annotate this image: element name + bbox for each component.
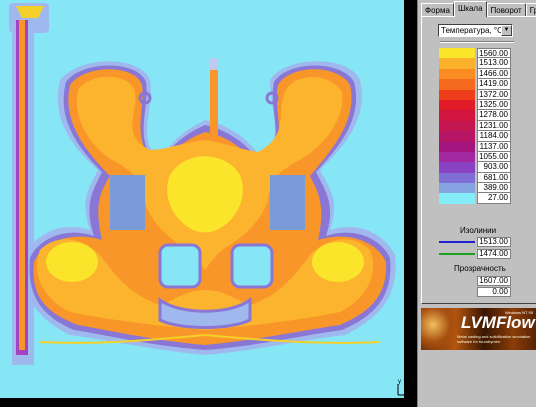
scale-swatch	[439, 79, 475, 90]
tab-form[interactable]: Форма	[421, 3, 454, 17]
scale-row: 1231.00	[439, 120, 534, 132]
scale-value[interactable]: 681.00	[477, 172, 511, 184]
scale-row: 389.00	[439, 183, 534, 194]
transparency-max-field[interactable]: 1607.00	[477, 276, 511, 286]
scale-value[interactable]: 1137.00	[477, 141, 511, 152]
y-axis-label: y	[398, 379, 401, 385]
scale-swatch	[439, 183, 475, 194]
panel-tabs: Форма Шкала Поворот Гр	[421, 1, 536, 17]
isoline-row-1[interactable]: 1513.00	[439, 237, 534, 247]
parameter-select-value: Температура, °С	[441, 26, 503, 35]
logo-tagline: Metal casting and solidification simulat…	[457, 334, 531, 344]
scale-swatch	[439, 131, 475, 142]
scale-row: 1513.00	[439, 58, 534, 69]
scale-swatch	[439, 162, 475, 173]
parameter-select[interactable]: Температура, °С ▼	[438, 24, 513, 37]
tab-more[interactable]: Гр	[525, 3, 536, 17]
scale-swatch	[439, 48, 475, 59]
scale-row: 1184.00	[439, 131, 534, 142]
color-scale: 1560.00 1513.00 1466.00 1419.00 1372.00 1325.…	[439, 48, 534, 204]
lvmflow-logo: Windows NT 95 LVMFlow Metal casting and …	[421, 308, 536, 350]
scale-swatch	[439, 193, 475, 204]
scale-swatch	[439, 141, 475, 152]
chevron-down-icon[interactable]: ▼	[501, 25, 512, 36]
scale-value[interactable]: 27.00	[477, 193, 511, 204]
divider	[440, 41, 514, 43]
scale-row: 27.00	[439, 193, 534, 204]
isolines-label: Изолинии	[460, 226, 497, 235]
scale-row: 681.00	[439, 172, 534, 184]
scale-row: 1372.00	[439, 89, 534, 100]
scale-value[interactable]: 1372.00	[477, 89, 511, 100]
scale-swatch	[439, 120, 475, 132]
scale-value[interactable]: 1184.00	[477, 131, 511, 142]
transparency-label: Прозрачность	[454, 264, 506, 273]
isoline-2-value[interactable]: 1474.00	[477, 249, 511, 259]
scale-value[interactable]: 1325.00	[477, 99, 511, 111]
scale-swatch	[439, 68, 475, 80]
x-axis-label: x	[406, 397, 409, 403]
scale-swatch	[439, 151, 475, 163]
scale-value[interactable]: 1560.00	[477, 48, 511, 59]
tab-scale[interactable]: Шкала	[453, 1, 487, 17]
scale-value[interactable]: 389.00	[477, 183, 511, 194]
scale-row: 1419.00	[439, 79, 534, 90]
scale-row: 1325.00	[439, 99, 534, 111]
logo-graphic	[421, 308, 461, 350]
scale-row: 903.00	[439, 162, 534, 173]
scale-swatch	[439, 172, 475, 184]
scale-value[interactable]: 1419.00	[477, 79, 511, 90]
scale-row: 1137.00	[439, 141, 534, 152]
tab-rotation[interactable]: Поворот	[486, 3, 526, 17]
isoline-row-2[interactable]: 1474.00	[439, 249, 534, 259]
scale-swatch	[439, 110, 475, 121]
scale-swatch	[439, 89, 475, 100]
scale-row: 1278.00	[439, 110, 534, 121]
isoline-1-color	[439, 241, 475, 243]
scale-value[interactable]: 1466.00	[477, 68, 511, 80]
scale-swatch	[439, 58, 475, 69]
scale-value[interactable]: 1231.00	[477, 120, 511, 132]
scale-row: 1466.00	[439, 68, 534, 80]
logo-title: LVMFlow	[461, 313, 535, 332]
transparency-min-field[interactable]: 0.00	[477, 287, 511, 297]
scale-row: 1055.00	[439, 151, 534, 163]
scale-row: 1560.00	[439, 48, 534, 59]
scale-value[interactable]: 903.00	[477, 162, 511, 173]
scale-value[interactable]: 1278.00	[477, 110, 511, 121]
simulation-viewport[interactable]: y x	[0, 0, 417, 407]
isoline-1-value[interactable]: 1513.00	[477, 237, 511, 247]
isoline-2-color	[439, 253, 475, 255]
scale-value[interactable]: 1513.00	[477, 58, 511, 69]
scale-value[interactable]: 1055.00	[477, 151, 511, 163]
temperature-field: y x	[0, 0, 417, 407]
scale-swatch	[439, 99, 475, 111]
